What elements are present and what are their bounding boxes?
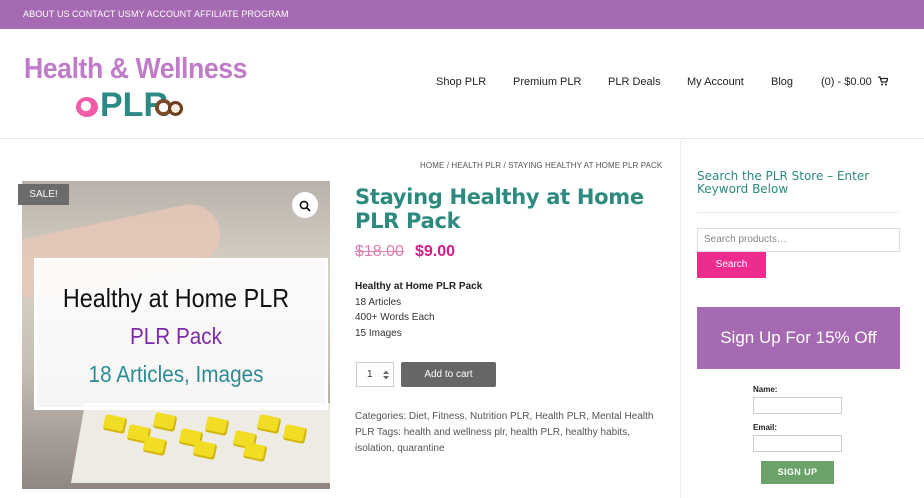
description-title: Healthy at Home PLR Pack [355, 281, 483, 292]
email-field[interactable] [753, 435, 842, 452]
product-title: Staying Healthy at Home PLR Pack [355, 185, 644, 233]
logo-text-line1: Health & Wellness [24, 53, 247, 85]
quantity-input[interactable]: 1 [356, 362, 394, 387]
site-header: Health & Wellness PLR Shop PLR Premium P… [0, 29, 924, 139]
product-short-description: Healthy at Home PLR Pack 18 Articles 400… [355, 279, 482, 341]
coconut-half-icon [168, 101, 183, 116]
search-button[interactable]: Search [697, 252, 766, 278]
description-line: 15 Images [355, 327, 402, 339]
regular-price: $18.00 [355, 243, 404, 260]
image-title-line3: 18 Articles, Images [88, 361, 264, 387]
breadcrumb[interactable]: HOME / HEALTH PLR / STAYING HEALTHY AT H… [420, 161, 662, 170]
description-line: 400+ Words Each [355, 312, 435, 323]
contact-us-link[interactable]: CONTACT US [72, 9, 131, 19]
nav-plr-deals[interactable]: PLR Deals [608, 76, 661, 88]
signup-button[interactable]: SIGN UP [761, 461, 834, 484]
sidebar-divider [680, 140, 681, 498]
description-line: 18 Articles [355, 296, 402, 308]
my-account-link[interactable]: MY ACCOUNT [131, 9, 192, 19]
widget-divider [697, 212, 899, 213]
cart-icon [877, 76, 889, 89]
nav-premium-plr[interactable]: Premium PLR [513, 76, 581, 88]
signup-banner: Sign Up For 15% Off [697, 307, 900, 369]
about-us-link[interactable]: ABOUT US [23, 9, 70, 19]
cart-link[interactable]: (0) - $0.00 [821, 76, 889, 89]
image-title-line2: PLR Pack [129, 323, 223, 349]
product-meta[interactable]: Categories: Diet, Fitness, Nutrition PLR… [355, 409, 655, 457]
sale-badge: SALE! [18, 184, 69, 205]
nav-my-account[interactable]: My Account [687, 76, 744, 88]
add-to-cart-button[interactable]: Add to cart [401, 362, 496, 387]
quantity-value: 1 [367, 369, 373, 380]
magnifier-icon [299, 199, 311, 217]
quantity-spinner-icon[interactable] [382, 369, 390, 381]
zoom-button[interactable] [292, 192, 318, 218]
nav-blog[interactable]: Blog [771, 76, 793, 88]
name-field[interactable] [753, 397, 842, 414]
search-widget-title: Search the PLR Store – Enter Keyword Bel… [697, 169, 870, 196]
cart-total: (0) - $0.00 [821, 76, 872, 88]
search-products-input[interactable]: Search products… [697, 228, 900, 252]
email-label: Email: [753, 423, 778, 432]
sale-price: $9.00 [415, 243, 456, 260]
dragonfruit-icon [76, 97, 98, 117]
name-label: Name: [753, 385, 778, 394]
product-image[interactable]: Healthy at Home PLR PLR Pack 18 Articles… [22, 181, 330, 489]
image-title-line1: Healthy at Home PLR [62, 283, 290, 313]
affiliate-program-link[interactable]: AFFILIATE PROGRAM [194, 9, 289, 19]
top-bar: ABOUT US CONTACT US MY ACCOUNT AFFILIATE… [0, 0, 924, 29]
nav-shop-plr[interactable]: Shop PLR [436, 76, 486, 88]
